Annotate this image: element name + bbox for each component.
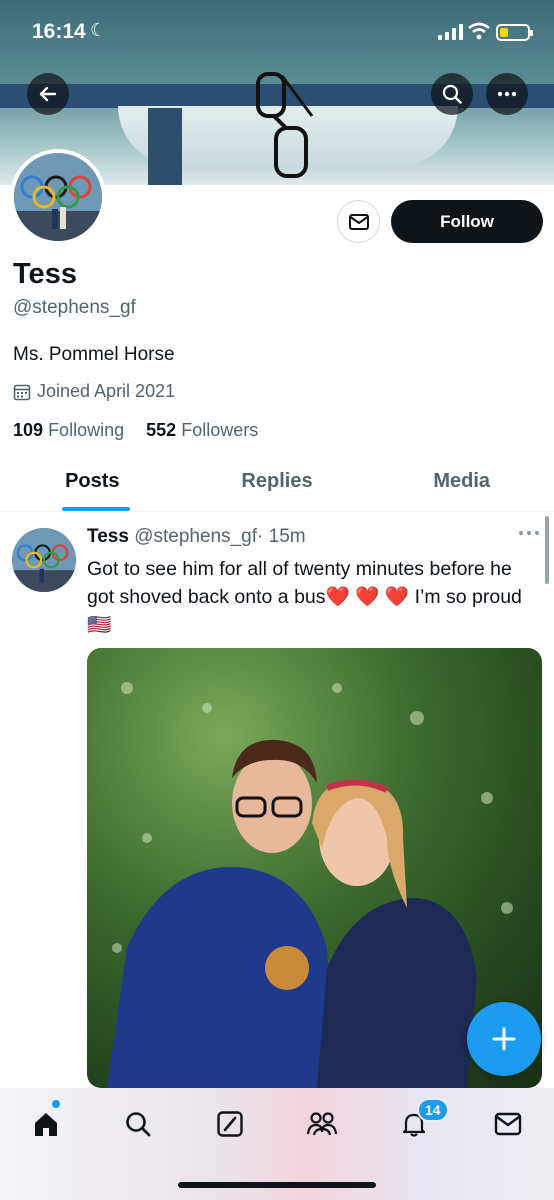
messages-icon	[494, 1112, 522, 1136]
profile-search-button[interactable]	[431, 73, 473, 115]
home-unread-dot	[52, 1100, 60, 1108]
plus-icon	[492, 1027, 516, 1051]
nav-communities[interactable]	[302, 1104, 342, 1144]
more-options-button[interactable]	[486, 73, 528, 115]
search-icon	[442, 84, 462, 104]
active-tab-indicator	[62, 507, 130, 511]
following-count: 109	[13, 420, 44, 440]
followers-count: 552	[146, 420, 177, 440]
profile-handle: @stephens_gf	[13, 297, 136, 318]
cellular-signal-icon	[438, 24, 463, 40]
nav-home[interactable]	[26, 1104, 66, 1144]
tab-media[interactable]: Media	[369, 458, 554, 511]
compose-post-button[interactable]	[467, 1002, 541, 1076]
home-icon	[35, 1113, 57, 1136]
scrollbar[interactable]	[545, 516, 549, 584]
joined-date: Joined April 2021	[13, 381, 175, 402]
follow-button[interactable]: Follow	[391, 200, 543, 243]
battery-icon	[496, 24, 533, 41]
calendar-icon	[13, 384, 31, 400]
communities-icon	[306, 1112, 338, 1136]
post-timestamp: · 15m	[257, 526, 306, 547]
more-horizontal-icon	[497, 91, 517, 97]
tab-posts-label: Posts	[65, 470, 120, 492]
message-button[interactable]	[337, 200, 380, 243]
tab-replies-label: Replies	[241, 470, 313, 492]
nav-messages[interactable]	[488, 1104, 528, 1144]
tab-replies[interactable]: Replies	[185, 458, 370, 511]
nav-grok[interactable]	[210, 1104, 250, 1144]
notifications-badge: 14	[417, 1098, 449, 1122]
back-button[interactable]	[27, 73, 69, 115]
envelope-icon	[348, 213, 369, 230]
followers-label: Followers	[181, 420, 259, 440]
search-icon	[126, 1112, 151, 1137]
banner-leg	[148, 108, 182, 185]
follow-counts: 109 Following 552 Followers	[13, 420, 258, 441]
profile-tabs: Posts Replies Media	[0, 458, 554, 512]
post-header: Tess @stephens_gf· 15m	[87, 526, 306, 548]
profile-avatar[interactable]	[10, 149, 106, 245]
post-author-handle[interactable]: @stephens_gf	[134, 526, 257, 547]
olympic-rings-photo	[14, 153, 102, 241]
wifi-icon	[468, 22, 490, 40]
grok-icon	[217, 1111, 243, 1137]
status-bar: 16:14 ☾	[0, 0, 554, 56]
following-label: Following	[48, 420, 125, 440]
home-indicator[interactable]	[178, 1182, 376, 1188]
following-link[interactable]: 109 Following	[13, 420, 124, 440]
olympic-rings-photo-small	[12, 528, 76, 592]
post-author-avatar[interactable]	[12, 528, 76, 592]
profile-bio: Ms. Pommel Horse	[13, 344, 175, 365]
post-more-icon[interactable]	[518, 527, 540, 539]
tab-media-label: Media	[433, 470, 491, 492]
profile-name: Tess	[13, 258, 77, 290]
moon-icon: ☾	[90, 20, 107, 40]
post-text: Got to see him for all of twenty minutes…	[87, 558, 522, 636]
status-time: 16:14	[32, 20, 86, 43]
followers-link[interactable]: 552 Followers	[146, 420, 258, 440]
tab-posts[interactable]: Posts	[0, 458, 185, 511]
joined-text: Joined April 2021	[37, 381, 176, 401]
nav-search[interactable]	[118, 1104, 158, 1144]
post-author-name[interactable]: Tess	[87, 526, 129, 547]
banner-glasses	[256, 72, 314, 178]
arrow-left-icon	[39, 86, 57, 102]
